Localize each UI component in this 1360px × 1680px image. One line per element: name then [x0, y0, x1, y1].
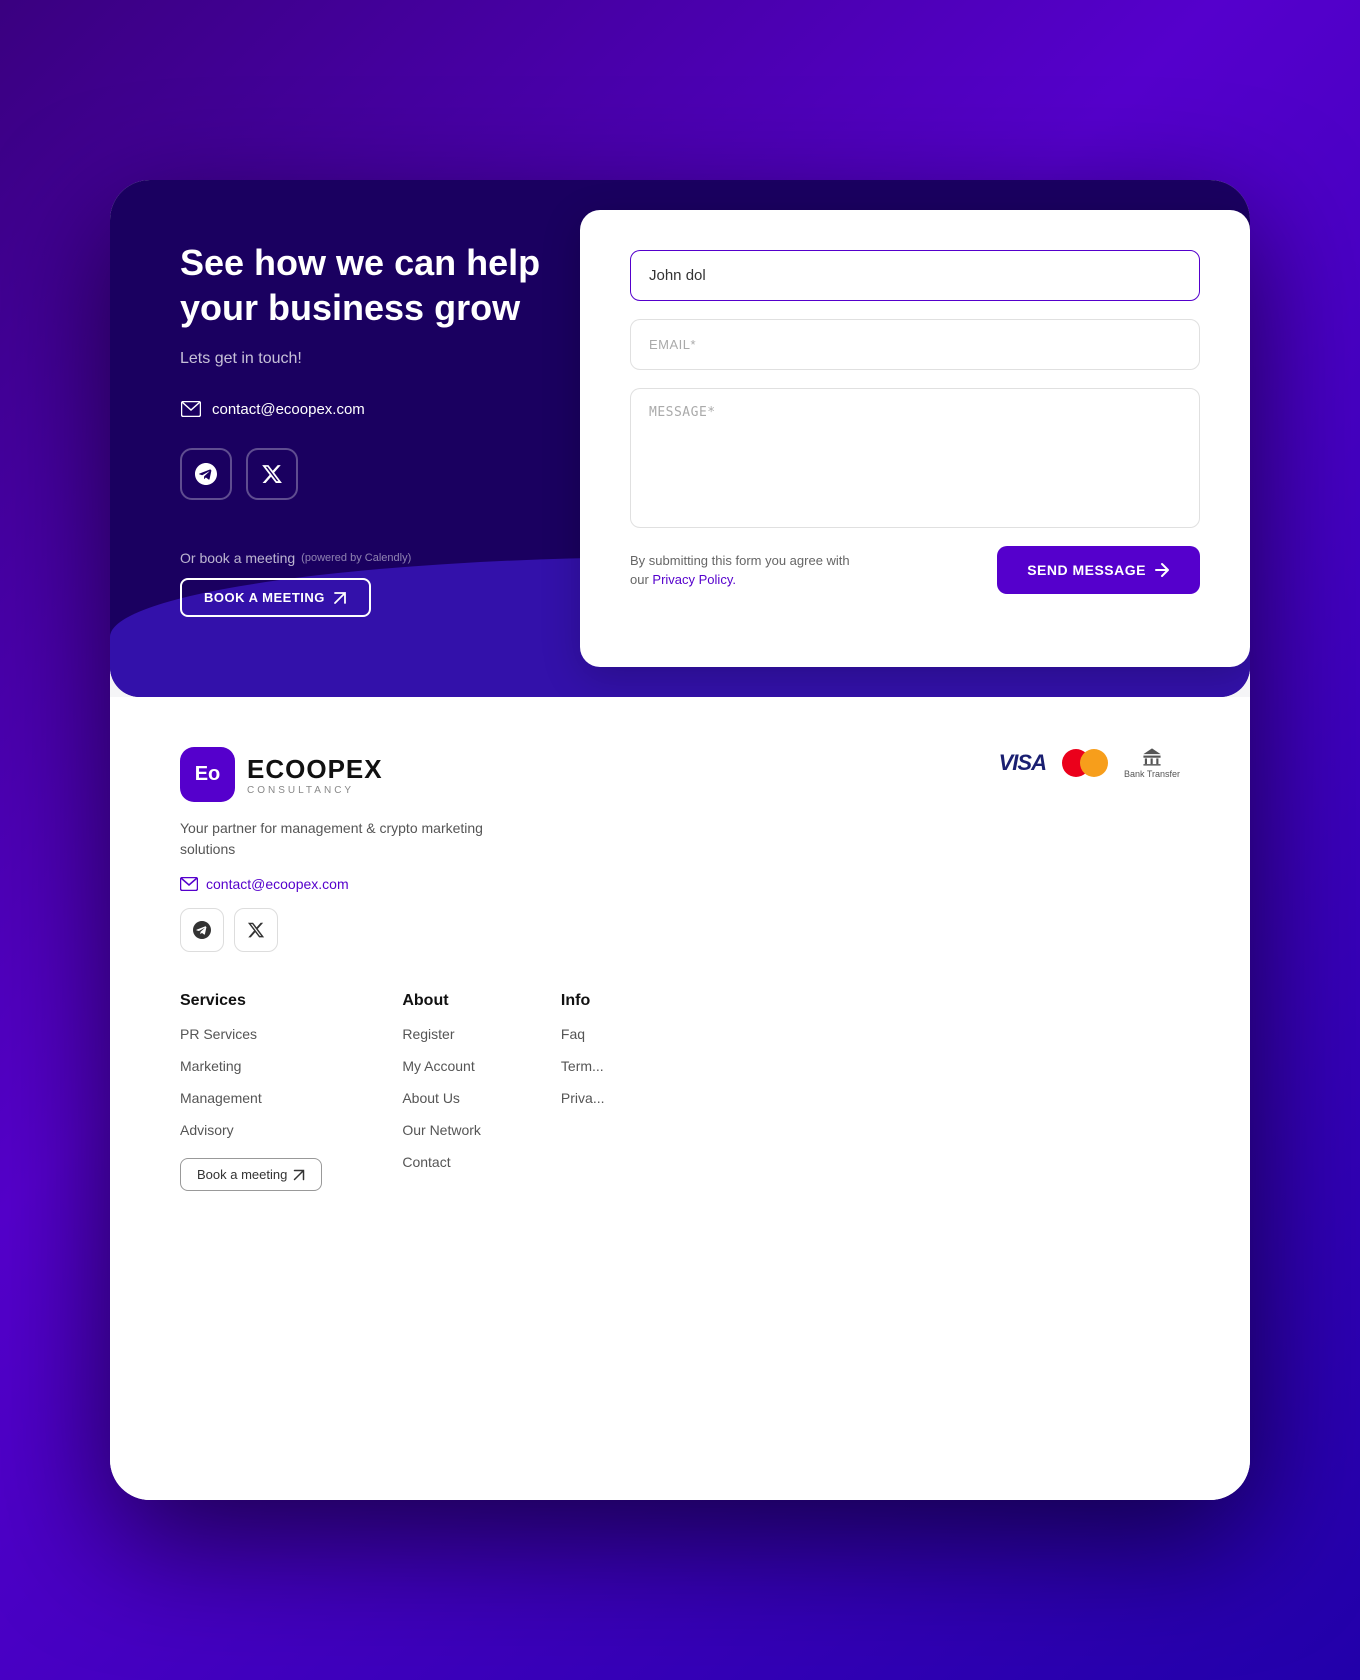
- contact-link[interactable]: Contact: [402, 1154, 481, 1170]
- footer-section: Eo ECOOPEX CONSULTANCY Your partner for …: [110, 697, 1250, 1500]
- footer-email-link[interactable]: contact@ecoopex.com: [206, 876, 349, 892]
- footer-twitter-button[interactable]: [234, 908, 278, 952]
- telegram-button[interactable]: [180, 448, 232, 500]
- contact-heading: See how we can help your business grow: [180, 240, 550, 330]
- contact-social-icons: [180, 448, 550, 500]
- logo-area: Eo ECOOPEX CONSULTANCY Your partner for …: [180, 747, 500, 952]
- footer-social: [180, 908, 500, 952]
- terms-link[interactable]: Term...: [561, 1058, 605, 1074]
- twitter-button[interactable]: [246, 448, 298, 500]
- footer-telegram-button[interactable]: [180, 908, 224, 952]
- book-meeting-footer-button[interactable]: Book a meeting: [180, 1158, 322, 1191]
- device-frame: See how we can help your business grow L…: [110, 180, 1250, 1500]
- footer-email-row: contact@ecoopex.com: [180, 876, 500, 892]
- privacy-link[interactable]: Privacy Policy.: [652, 572, 736, 587]
- visa-icon: VISA: [999, 747, 1046, 779]
- advisory-link[interactable]: Advisory: [180, 1122, 322, 1138]
- footer-top: Eo ECOOPEX CONSULTANCY Your partner for …: [180, 747, 1180, 952]
- register-link[interactable]: Register: [402, 1026, 481, 1042]
- form-footer: By submitting this form you agree with o…: [630, 546, 1200, 594]
- management-link[interactable]: Management: [180, 1090, 322, 1106]
- contact-form-panel: By submitting this form you agree with o…: [580, 210, 1250, 667]
- about-title: About: [402, 992, 481, 1010]
- agree-text: By submitting this form you agree with o…: [630, 551, 850, 590]
- contact-left: See how we can help your business grow L…: [110, 180, 600, 697]
- logo-row: Eo ECOOPEX CONSULTANCY: [180, 747, 500, 802]
- about-col: About Register My Account About Us Our N…: [402, 992, 481, 1191]
- about-us-link[interactable]: About Us: [402, 1090, 481, 1106]
- logo-sub: CONSULTANCY: [247, 785, 383, 796]
- book-meeting-label: Or book a meeting (powered by Calendly): [180, 550, 550, 566]
- our-network-link[interactable]: Our Network: [402, 1122, 481, 1138]
- powered-by: (powered by Calendly): [301, 552, 411, 564]
- name-input[interactable]: [630, 250, 1200, 301]
- logo-icon: Eo: [180, 747, 235, 802]
- pr-services-link[interactable]: PR Services: [180, 1026, 322, 1042]
- my-account-link[interactable]: My Account: [402, 1058, 481, 1074]
- email-input[interactable]: [630, 319, 1200, 370]
- send-message-button[interactable]: SEND MESSAGE: [997, 546, 1200, 594]
- email-row: contact@ecoopex.com: [180, 398, 550, 420]
- contact-section: See how we can help your business grow L…: [110, 180, 1250, 697]
- logo-brand: ECOOPEX: [247, 754, 383, 785]
- services-title: Services: [180, 992, 322, 1010]
- footer-tagline: Your partner for management & crypto mar…: [180, 818, 500, 860]
- footer-nav: Services PR Services Marketing Managemen…: [180, 992, 1180, 1191]
- services-col: Services PR Services Marketing Managemen…: [180, 992, 322, 1191]
- info-col: Info Faq Term... Priva...: [561, 992, 605, 1191]
- marketing-link[interactable]: Marketing: [180, 1058, 322, 1074]
- contact-email: contact@ecoopex.com: [212, 401, 365, 418]
- bank-transfer-icon: Bank Transfer: [1124, 747, 1180, 779]
- mastercard-icon: [1062, 747, 1108, 779]
- privacy-policy-link[interactable]: Priva...: [561, 1090, 605, 1106]
- logo-text-area: ECOOPEX CONSULTANCY: [247, 754, 383, 796]
- book-meeting-button[interactable]: BOOK A MEETING: [180, 578, 371, 617]
- faq-link[interactable]: Faq: [561, 1026, 605, 1042]
- info-title: Info: [561, 992, 605, 1010]
- contact-subtext: Lets get in touch!: [180, 350, 550, 368]
- payment-icons: VISA: [999, 747, 1180, 779]
- email-icon: [180, 398, 202, 420]
- message-input[interactable]: [630, 388, 1200, 528]
- screen: See how we can help your business grow L…: [110, 180, 1250, 1500]
